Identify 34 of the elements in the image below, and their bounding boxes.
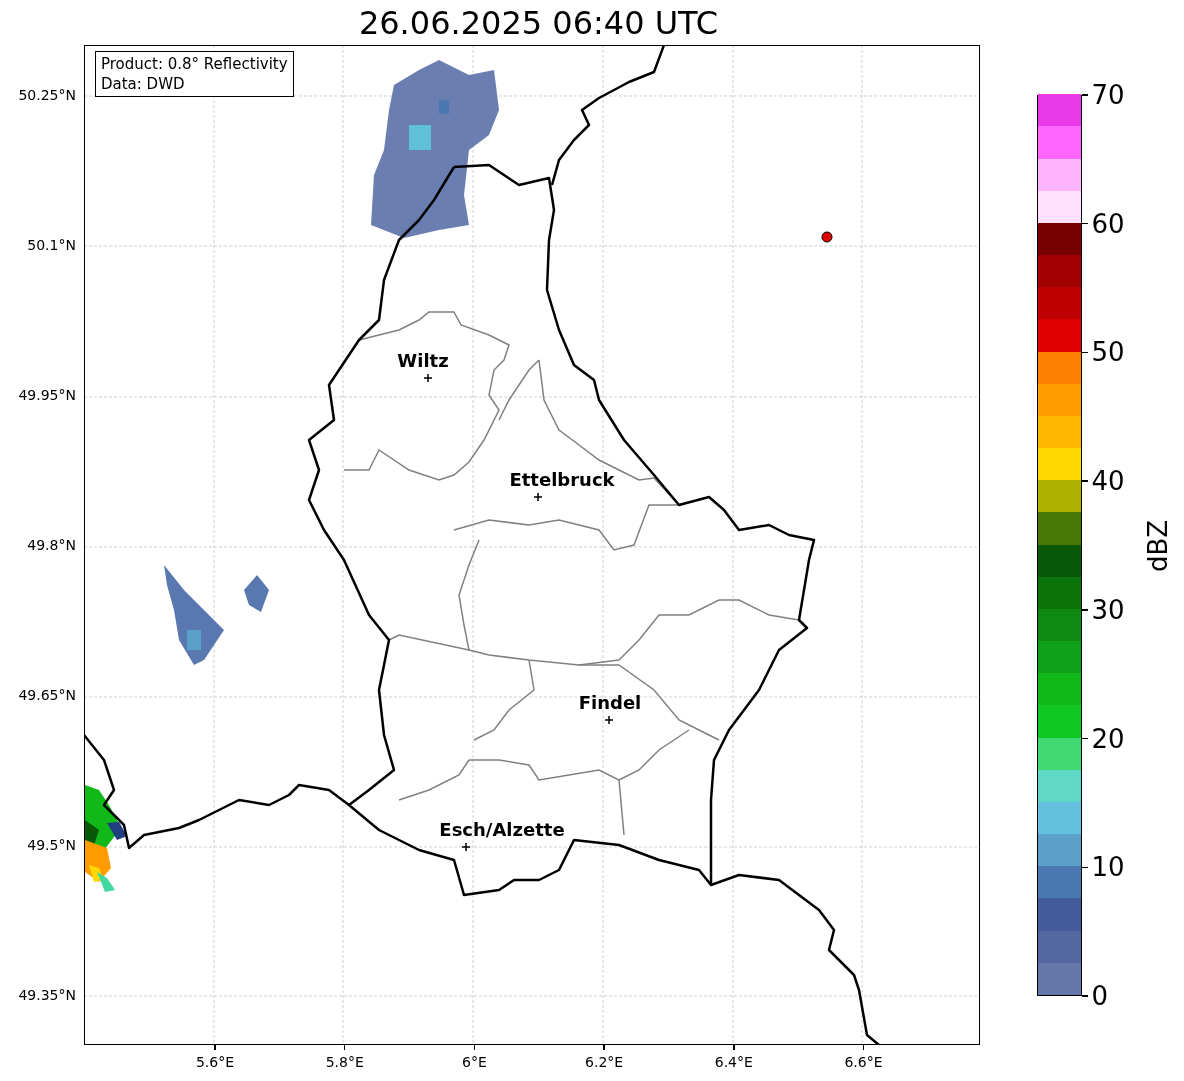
city-label: Wiltz [397,350,449,371]
colorbar-tick-label: 70 [1091,80,1125,110]
colorbar-tick-label: 10 [1091,852,1125,883]
longitude-label: 6.2°E [585,1055,624,1069]
colorbar-tick-label: 30 [1091,594,1125,625]
city-marker-icon [461,842,471,852]
latitude-label: 49.35°N [18,988,76,1002]
city-label: Ettelbruck [509,469,615,490]
city-marker-icon [533,492,543,502]
colorbar-label: dBZ [1144,519,1171,572]
longitude-label: 5.6°E [195,1055,235,1069]
city-label: Findel [578,692,642,713]
city-marker-icon [423,373,433,383]
latitude-label: 49.8°N [27,538,76,552]
info-text: Data: DWD [100,74,186,94]
latitude-label: 50.1°N [27,238,76,252]
colorbar-tick-label: 60 [1091,208,1125,239]
colorbar-tick-label: 40 [1091,466,1125,497]
latitude-label: 49.5°N [27,838,76,852]
city-marker-icon [604,715,614,725]
chart-title: 26.06.2025 06:40 UTC [358,6,719,39]
longitude-label: 5.8°E [325,1055,364,1069]
latitude-label: 50.25°N [18,88,76,102]
colorbar-tick-label: 0 [1091,981,1108,1011]
longitude-label: 6.6°E [844,1055,883,1069]
colorbar-tick-label: 50 [1091,337,1125,368]
info-text: Product: 0.8° Reflectivity [100,54,288,74]
latitude-label: 49.65°N [18,688,76,702]
longitude-label: 6.4°E [714,1055,753,1069]
latitude-label: 49.95°N [18,388,76,402]
location-dot [821,231,833,243]
longitude-label: 6°E [462,1055,487,1069]
city-label: Esch/Alzette [439,819,565,840]
colorbar-tick-label: 20 [1091,723,1125,754]
